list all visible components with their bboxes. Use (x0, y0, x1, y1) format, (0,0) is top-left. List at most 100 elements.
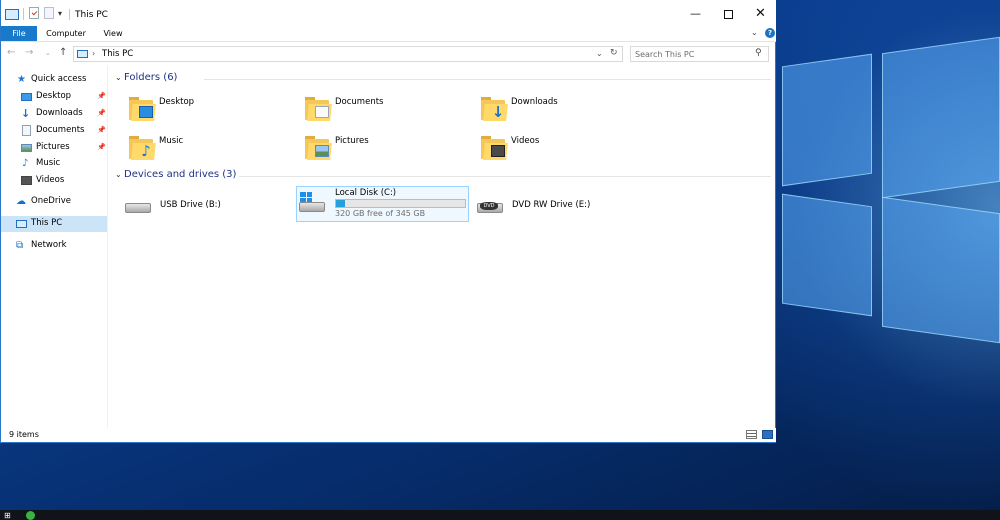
forward-arrow-icon[interactable]: → (25, 47, 33, 58)
address-history-chevron-icon[interactable]: ⌄ (596, 49, 603, 58)
large-icons-view-button[interactable] (762, 430, 773, 439)
toolbar-divider (23, 8, 24, 20)
breadcrumb-chevron-icon[interactable]: › (92, 49, 95, 58)
pictures-icon (21, 144, 32, 152)
download-icon: ↓ (21, 107, 31, 120)
pin-icon[interactable]: 📌 (97, 106, 106, 121)
folders-heading: Folders (6) (124, 72, 178, 83)
maximize-button[interactable] (712, 0, 745, 28)
group-divider (239, 176, 771, 177)
sidebar-item-label: OneDrive (31, 196, 71, 206)
pin-icon[interactable]: 📌 (97, 123, 106, 138)
desktop-icon (21, 93, 32, 101)
drive-local-disk[interactable]: Local Disk (C:) 320 GB free of 345 GB (296, 186, 469, 222)
downloads-folder-icon: ↓ (481, 96, 508, 122)
help-icon[interactable]: ? (765, 28, 775, 38)
refresh-icon[interactable]: ↻ (610, 48, 618, 58)
usb-drive-icon (123, 196, 153, 214)
sidebar-item-label: Videos (36, 175, 65, 185)
music-folder-icon: ♪ (129, 135, 156, 161)
computer-icon (16, 220, 27, 228)
folder-music[interactable]: ♪ Music (129, 133, 299, 169)
pictures-folder-icon (305, 135, 332, 161)
tab-file[interactable]: File (1, 26, 37, 41)
sidebar-item-onedrive[interactable]: ☁ OneDrive (1, 194, 107, 209)
drives-group-header[interactable]: ⌄ Devices and drives (3) (115, 169, 236, 183)
up-arrow-icon[interactable]: ↑ (59, 47, 67, 58)
folder-label: Music (159, 136, 184, 146)
pin-icon[interactable]: 📌 (97, 140, 106, 155)
file-view: ⌄ Folders (6) Desktop Documents ↓ Downloa… (109, 66, 776, 428)
dvd-badge: DVD (480, 202, 498, 210)
desktop-folder-icon (129, 96, 156, 122)
ribbon-tabs: File Computer View ⌄ ? (1, 26, 776, 42)
pin-icon[interactable]: 📌 (97, 89, 106, 104)
sidebar-item-documents[interactable]: Documents 📌 (1, 123, 107, 138)
network-icon: ⧉ (16, 240, 24, 251)
minimize-button[interactable]: — (679, 0, 712, 28)
search-box[interactable]: ⚲ (630, 46, 769, 62)
expand-ribbon-chevron-icon[interactable]: ⌄ (751, 28, 758, 37)
wallpaper-window-pane (782, 193, 872, 317)
properties-icon[interactable] (29, 7, 39, 19)
item-count: 9 items (9, 430, 39, 439)
computer-icon (77, 50, 88, 58)
title-divider (69, 9, 70, 20)
file-explorer-window: ▾ This PC — ✕ File Computer View ⌄ ? ← →… (0, 0, 776, 443)
sidebar-item-quick-access[interactable]: ★ Quick access (1, 72, 107, 87)
folder-label: Videos (511, 136, 540, 146)
recent-locations-chevron-icon[interactable]: ⌄ (45, 49, 51, 57)
sidebar-item-this-pc[interactable]: This PC (1, 216, 107, 232)
drive-free-space: 320 GB free of 345 GB (335, 209, 426, 218)
back-arrow-icon[interactable]: ← (7, 47, 15, 58)
sidebar-item-desktop[interactable]: Desktop 📌 (1, 89, 107, 104)
wallpaper-window-pane (782, 53, 872, 187)
tab-view[interactable]: View (99, 26, 127, 41)
folder-downloads[interactable]: ↓ Downloads (481, 94, 651, 130)
sidebar-item-label: Documents (36, 125, 85, 135)
folder-desktop[interactable]: Desktop (129, 94, 299, 130)
sidebar-item-label: This PC (31, 218, 63, 228)
details-view-button[interactable] (746, 430, 757, 439)
drive-usb[interactable]: USB Drive (B:) (123, 188, 295, 224)
cloud-icon: ☁ (16, 196, 26, 207)
sidebar-item-label: Downloads (36, 108, 83, 118)
breadcrumb[interactable]: This PC (102, 49, 133, 59)
sidebar-item-videos[interactable]: Videos (1, 173, 107, 188)
sidebar-item-music[interactable]: ♪ Music (1, 156, 107, 171)
videos-folder-icon (481, 135, 508, 161)
collapse-chevron-icon[interactable]: ⌄ (115, 73, 124, 82)
capacity-bar (335, 199, 466, 208)
sidebar-item-label: Quick access (31, 74, 87, 84)
music-icon: ♪ (22, 158, 29, 169)
folder-pictures[interactable]: Pictures (305, 133, 475, 169)
maximize-icon (724, 9, 733, 19)
browser-taskbar-icon[interactable] (26, 511, 35, 520)
sidebar-item-pictures[interactable]: Pictures 📌 (1, 140, 107, 155)
customize-toolbar-chevron-icon[interactable]: ▾ (58, 9, 62, 23)
navigation-bar: ← → ⌄ ↑ › This PC ⌄ ↻ ⚲ (1, 43, 776, 65)
drive-dvd[interactable]: DVD DVD RW Drive (E:) (475, 188, 647, 224)
dvd-drive-icon: DVD (475, 196, 505, 214)
new-folder-icon[interactable] (44, 7, 54, 19)
address-bar[interactable]: › This PC ⌄ ↻ (73, 46, 623, 62)
wallpaper-window-pane (882, 36, 1000, 199)
search-input[interactable] (635, 48, 750, 60)
window-title: This PC (75, 10, 108, 20)
collapse-chevron-icon[interactable]: ⌄ (115, 170, 124, 179)
search-icon[interactable]: ⚲ (755, 48, 762, 58)
start-button[interactable]: ⊞ (4, 512, 12, 520)
drive-label: Local Disk (C:) (335, 188, 397, 198)
sidebar-item-downloads[interactable]: ↓ Downloads 📌 (1, 106, 107, 121)
close-button[interactable]: ✕ (744, 0, 777, 28)
tab-computer[interactable]: Computer (45, 26, 87, 41)
group-divider (204, 79, 771, 80)
wallpaper-window-pane (882, 196, 1000, 344)
folder-label: Documents (335, 97, 384, 107)
drive-label: USB Drive (B:) (160, 200, 221, 210)
status-bar: 9 items (1, 428, 776, 442)
folder-documents[interactable]: Documents (305, 94, 475, 130)
folders-group-header[interactable]: ⌄ Folders (6) (115, 72, 177, 86)
sidebar-item-network[interactable]: ⧉ Network (1, 238, 107, 253)
folder-videos[interactable]: Videos (481, 133, 651, 169)
